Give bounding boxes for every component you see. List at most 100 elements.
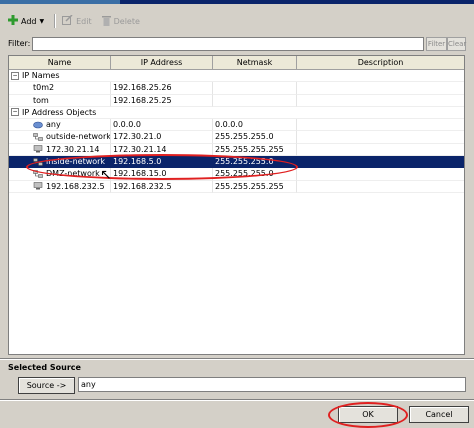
ip-address-cell: 172.30.21.0 xyxy=(111,131,213,144)
name-cell-text: outside-network xyxy=(46,132,111,142)
filter-button[interactable]: Filter xyxy=(426,37,447,51)
netmask-cell: 0.0.0.0 xyxy=(213,119,297,132)
network-icon xyxy=(33,169,46,178)
name-cell-text: t0m2 xyxy=(33,83,55,93)
ip-address-cell-text: 192.168.5.0 xyxy=(113,157,162,167)
netmask-cell xyxy=(213,82,297,95)
name-cell: any xyxy=(9,119,111,132)
address-table: Name IP Address Netmask Description − IP … xyxy=(8,55,465,355)
filter-label: Filter: xyxy=(8,39,31,48)
description-cell xyxy=(297,156,464,169)
network-icon xyxy=(33,132,46,141)
description-cell xyxy=(297,181,464,193)
table-row[interactable]: outside-network 172.30.21.0 255.255.255.0 xyxy=(9,131,464,144)
ip-address-cell: 192.168.25.25 xyxy=(111,94,213,107)
name-cell-text: tom xyxy=(33,95,49,105)
ip-address-cell: 192.168.25.26 xyxy=(111,82,213,95)
ip-address-cell-text: 0.0.0.0 xyxy=(113,120,141,130)
ip-address-cell: 172.30.21.14 xyxy=(111,143,213,157)
name-cell: tom xyxy=(9,94,111,107)
column-header-netmask[interactable]: Netmask xyxy=(213,56,297,69)
ip-address-cell: 192.168.15.0 xyxy=(111,168,213,181)
delete-button[interactable]: Delete xyxy=(101,13,140,29)
column-header-name[interactable]: Name xyxy=(9,56,111,69)
table-body: − IP Names t0m2 192.168.25.26 tom 192.168.25.… xyxy=(9,70,464,193)
table-row[interactable]: any 0.0.0.0 0.0.0.0 xyxy=(9,119,464,132)
netmask-cell-text: 255.255.255.0 xyxy=(215,169,274,179)
edit-icon xyxy=(62,14,73,27)
name-cell-text: 172.30.21.14 xyxy=(46,144,100,154)
table-row[interactable]: DMZ-network 192.168.15.0 255.255.255.0 xyxy=(9,168,464,181)
group-row[interactable]: − IP Address Objects xyxy=(9,107,464,120)
table-row[interactable]: 192.168.232.5 192.168.232.5 255.255.255.25… xyxy=(9,180,464,193)
ip-address-cell-text: 192.168.15.0 xyxy=(113,169,167,179)
network-icon xyxy=(33,157,46,166)
netmask-cell xyxy=(213,94,297,107)
netmask-cell-text: 255.255.255.0 xyxy=(215,132,274,142)
group-label: IP Names xyxy=(22,71,60,80)
name-cell: DMZ-network xyxy=(9,168,111,181)
clear-button[interactable]: Clear xyxy=(447,37,466,51)
column-header-description[interactable]: Description xyxy=(297,56,464,69)
netmask-cell: 255.255.255.0 xyxy=(213,168,297,181)
collapse-toggle-icon[interactable]: − xyxy=(11,71,19,80)
section-divider xyxy=(0,358,474,360)
table-header: Name IP Address Netmask Description xyxy=(9,56,464,70)
netmask-cell: 255.255.255.0 xyxy=(213,156,297,169)
delete-button-label: Delete xyxy=(113,16,140,26)
table-row[interactable]: 172.30.21.14 172.30.21.14 255.255.255.255 xyxy=(9,143,464,157)
netmask-cell: 255.255.255.0 xyxy=(213,131,297,144)
netmask-cell-text: 0.0.0.0 xyxy=(215,120,243,130)
name-cell-text: 192.168.232.5 xyxy=(46,181,105,191)
name-cell: t0m2 xyxy=(9,82,111,95)
trash-icon xyxy=(101,15,111,28)
name-cell: 192.168.232.5 xyxy=(9,180,111,193)
dropdown-arrow-icon: ▼ xyxy=(39,17,45,25)
ip-address-cell-text: 192.168.25.25 xyxy=(113,95,172,105)
netmask-cell-text: 255.255.255.255 xyxy=(215,144,284,154)
add-icon xyxy=(8,15,18,27)
toolbar: Add ▼ Edit Delete xyxy=(8,12,150,30)
selected-source-title: Selected Source xyxy=(8,363,81,372)
group-row[interactable]: − IP Names xyxy=(9,70,464,83)
name-cell: outside-network xyxy=(9,131,111,144)
table-row[interactable]: t0m2 192.168.25.26 xyxy=(9,82,464,95)
host-icon xyxy=(33,145,46,154)
collapse-toggle-icon[interactable]: − xyxy=(11,108,19,117)
description-cell xyxy=(297,131,464,144)
edit-button-label: Edit xyxy=(76,16,92,26)
description-cell xyxy=(297,95,464,107)
filter-row: Filter: Filter Clear xyxy=(8,37,466,51)
footer-divider xyxy=(0,399,474,401)
column-header-ip-address[interactable]: IP Address xyxy=(111,56,213,69)
ip-address-cell-text: 192.168.25.26 xyxy=(113,83,172,93)
description-cell xyxy=(297,144,464,157)
ip-address-cell-text: 192.168.232.5 xyxy=(113,181,172,191)
add-button[interactable]: Add ▼ xyxy=(8,13,44,29)
netmask-cell: 255.255.255.255 xyxy=(213,143,297,157)
filter-input[interactable] xyxy=(32,37,424,51)
netmask-cell-text: 255.255.255.0 xyxy=(215,157,274,167)
ip-address-cell-text: 172.30.21.14 xyxy=(113,144,167,154)
cancel-button[interactable]: Cancel xyxy=(409,406,469,423)
name-cell-text: inside-network xyxy=(46,157,106,167)
edit-button[interactable]: Edit xyxy=(62,13,92,29)
ok-button[interactable]: OK xyxy=(338,406,398,423)
name-cell-text: any xyxy=(46,120,61,130)
source-button[interactable]: Source -> xyxy=(18,377,75,394)
netmask-cell: 255.255.255.255 xyxy=(213,180,297,193)
netmask-cell-text: 255.255.255.255 xyxy=(215,181,284,191)
host-icon xyxy=(33,182,46,191)
name-cell: 172.30.21.14 xyxy=(9,143,111,157)
toolbar-separator xyxy=(54,14,57,28)
selected-source-field[interactable]: any xyxy=(78,377,466,392)
table-row[interactable]: inside-network 192.168.5.0 255.255.255.0 xyxy=(9,156,464,169)
table-row[interactable]: tom 192.168.25.25 xyxy=(9,94,464,107)
ip-address-cell: 0.0.0.0 xyxy=(111,119,213,132)
ip-address-cell-text: 172.30.21.0 xyxy=(113,132,162,142)
group-label: IP Address Objects xyxy=(22,107,97,117)
description-cell xyxy=(297,168,464,181)
ip-address-cell: 192.168.5.0 xyxy=(111,156,213,169)
add-button-label: Add xyxy=(21,16,37,26)
description-cell xyxy=(297,82,464,95)
